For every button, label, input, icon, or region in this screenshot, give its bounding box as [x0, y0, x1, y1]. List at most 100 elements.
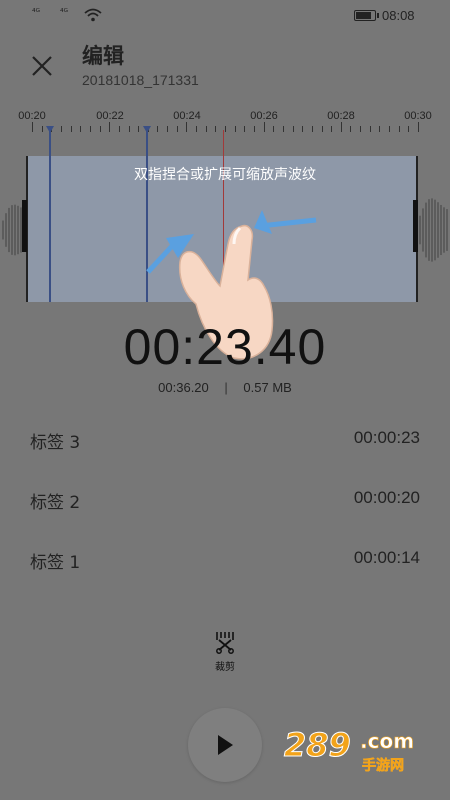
- ruler-tick: [80, 126, 82, 132]
- ruler-tick: [360, 126, 362, 132]
- ruler-tick: [167, 126, 169, 132]
- ruler-tick: [408, 126, 410, 132]
- ruler-tick: [225, 126, 226, 132]
- signal-icon: ⁴ᴳ: [32, 8, 40, 18]
- ruler-tick: [41, 126, 43, 132]
- ruler-tick: [389, 126, 391, 132]
- wifi-icon: [84, 8, 102, 22]
- label-time: 00:00:20: [353, 488, 420, 507]
- current-time: 00:23.40: [123, 319, 327, 375]
- label-time: 00:00:23: [353, 428, 420, 447]
- duration: 00:36.20: [158, 380, 209, 395]
- ruler-tick: [32, 122, 33, 132]
- ruler-tick: [263, 122, 265, 132]
- ruler-tick: [138, 126, 140, 132]
- ruler-tick: [118, 126, 120, 132]
- waveform-bar: [431, 198, 433, 262]
- waveform-bar: [17, 205, 19, 255]
- waveform-bar: [422, 208, 424, 252]
- ruler-tick: [292, 126, 294, 132]
- tick-label: 00:26: [250, 110, 278, 122]
- tick-label: 00:28: [327, 110, 355, 122]
- waveform-bar: [446, 209, 448, 251]
- tick-label: 00:30: [404, 110, 432, 122]
- ruler-tick: [311, 126, 313, 132]
- watermark-logo: 289 .com 手游网: [284, 726, 415, 775]
- clock: 08:08: [382, 8, 415, 23]
- ruler-tick: [109, 122, 111, 132]
- ruler-tick: [70, 126, 72, 132]
- ruler-tick: [157, 126, 159, 132]
- ruler-tick: [398, 126, 400, 132]
- list-item[interactable]: 标签 3 00:00:23: [30, 428, 420, 458]
- label-name: 标签 3: [30, 433, 81, 453]
- label-marker[interactable]: [49, 130, 51, 302]
- list-item[interactable]: 标签 1 00:00:14: [30, 548, 420, 578]
- waveform-bar: [437, 202, 439, 258]
- ruler-tick: [379, 126, 381, 132]
- waveform-bar: [434, 199, 436, 261]
- ruler-tick: [196, 126, 198, 132]
- right-trim-handle[interactable]: [413, 200, 418, 252]
- page-title: 编辑: [82, 44, 124, 68]
- ruler-tick: [350, 126, 352, 132]
- info-separator: |: [224, 380, 228, 395]
- tick-label: 00:24: [173, 110, 201, 122]
- watermark-brand: 289: [284, 726, 351, 764]
- tick-label: 00:20: [18, 110, 46, 122]
- waveform-bar: [428, 199, 430, 261]
- ruler-tick: [340, 122, 342, 132]
- waveform-bar: [8, 207, 10, 253]
- scissors-icon: [216, 632, 234, 654]
- label-time: 00:00:14: [353, 548, 420, 567]
- battery-icon: [354, 10, 379, 21]
- list-item[interactable]: 标签 2 00:00:20: [30, 488, 420, 518]
- ruler-tick: [418, 122, 419, 132]
- recording-info: 00:36.20 | 0.57 MB: [0, 380, 450, 395]
- ruler-tick: [282, 126, 284, 132]
- ruler-tick: [253, 126, 255, 132]
- ruler-tick: [244, 126, 246, 132]
- ruler-tick: [369, 126, 371, 132]
- waveform-bar: [2, 220, 4, 240]
- cut-button[interactable]: 裁剪: [205, 630, 245, 673]
- waveform-bar: [14, 204, 16, 256]
- file-name: 20181018_171331: [82, 72, 199, 88]
- zoom-hint: 双指捏合或扩展可缩放声波纹: [134, 167, 316, 183]
- ruler-tick: [128, 126, 130, 132]
- tick-label: 00:22: [96, 110, 124, 122]
- waveform-bar: [11, 205, 13, 255]
- waveform-bar: [443, 207, 445, 253]
- ruler-tick: [89, 126, 91, 132]
- ruler-tick: [331, 126, 333, 132]
- label-name: 标签 1: [30, 553, 81, 573]
- ruler-tick: [176, 126, 178, 132]
- waveform-bar: [425, 202, 427, 258]
- ruler-tick: [205, 126, 207, 132]
- status-bar: ⁴ᴳ ⁴ᴳ 08:08: [0, 0, 450, 32]
- ruler-tick: [215, 126, 217, 132]
- ruler-tick: [60, 126, 62, 132]
- play-icon: [218, 735, 233, 755]
- label-name: 标签 2: [30, 493, 81, 513]
- ruler-tick: [99, 126, 101, 132]
- play-button[interactable]: [188, 708, 262, 782]
- ruler-tick: [234, 126, 236, 132]
- waveform-bar: [440, 204, 442, 256]
- signal-icon-2: ⁴ᴳ: [60, 8, 68, 18]
- waveform-bar: [419, 215, 421, 245]
- ruler-tick: [321, 126, 323, 132]
- ruler-tick: [302, 126, 304, 132]
- site-watermark-logo: 289 .com 手游网: [282, 722, 432, 782]
- watermark-subtitle: 手游网: [362, 757, 404, 774]
- ruler-tick: [186, 122, 188, 132]
- file-size: 0.57 MB: [243, 380, 292, 395]
- close-icon: [32, 56, 52, 76]
- cut-label: 裁剪: [215, 662, 235, 673]
- close-button[interactable]: [30, 50, 62, 82]
- left-trim-handle[interactable]: [22, 200, 27, 252]
- waveform-bar: [5, 213, 7, 247]
- watermark-domain: .com: [360, 729, 414, 753]
- time-ruler[interactable]: 00:20 00:22 00:24 00:26 00:28 00:30: [0, 104, 450, 136]
- ruler-tick: [273, 126, 275, 132]
